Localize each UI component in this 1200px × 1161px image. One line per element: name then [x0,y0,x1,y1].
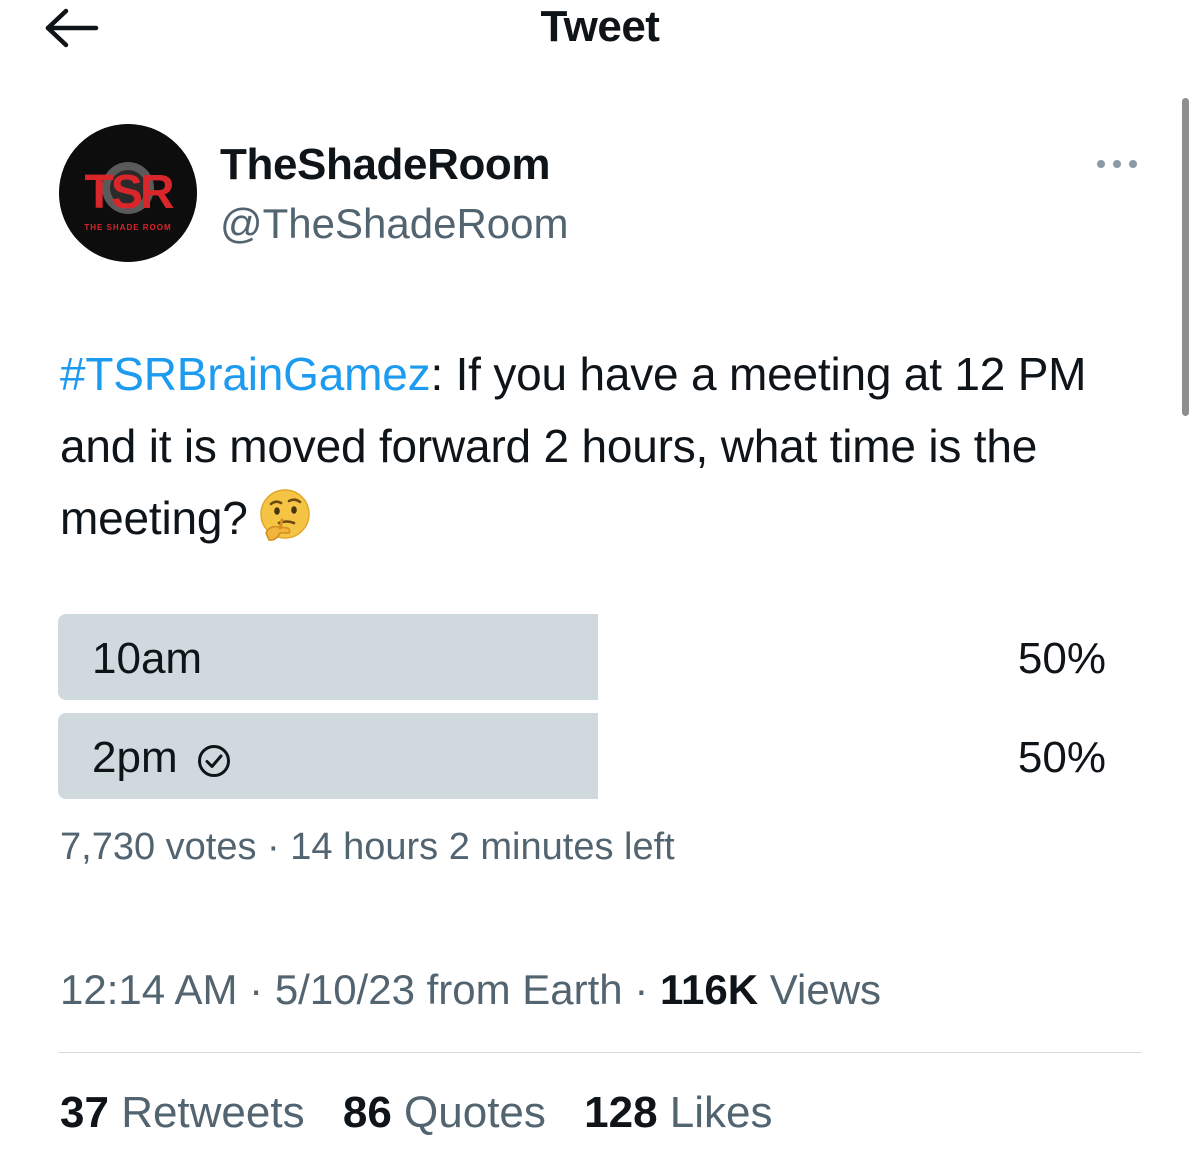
views-label: Views [769,966,882,1013]
divider [58,1052,1142,1053]
poll-option-selected[interactable]: 2pm 50% [58,713,1118,799]
views-count: 116K [660,966,759,1013]
check-circle-icon [196,740,232,777]
separator-dot: · [634,966,649,1013]
poll-option-text: 10am [92,634,203,683]
page-title: Tweet [540,2,660,51]
separator-dot: · [249,966,264,1013]
more-options-button[interactable] [1094,150,1140,178]
tweet-time[interactable]: 12:14 AM [60,966,237,1013]
tsr-logo: TSR THE SHADE ROOM [59,124,197,262]
retweets-count: 37 [60,1088,109,1137]
scrollbar[interactable] [1182,98,1189,416]
poll-option[interactable]: 10am 50% [58,614,1118,700]
poll-meta: 7,730 votes · 14 hours 2 minutes left [60,826,675,869]
poll-time-left: 14 hours 2 minutes left [290,826,675,868]
engagement-stats: 37 Retweets 86 Quotes 128 Likes [60,1088,799,1138]
retweets-stat[interactable]: 37 Retweets [60,1088,305,1138]
likes-label: Likes [669,1088,773,1137]
thinking-face-emoji [256,487,314,545]
avatar[interactable]: TSR THE SHADE ROOM [59,124,197,262]
quotes-count: 86 [342,1088,392,1137]
top-bar: Tweet [0,0,1200,60]
tweet-text: #TSRBrainGamez: If you have a meeting at… [60,338,1160,554]
poll-option-label: 10am [92,634,202,684]
retweets-label: Retweets [121,1088,305,1137]
poll-option-label: 2pm [92,733,232,783]
quotes-stat[interactable]: 86 Quotes [343,1088,546,1138]
author-handle[interactable]: @TheShadeRoom [220,200,569,248]
quotes-label: Quotes [404,1088,546,1137]
avatar-logo-text: TSR [85,166,174,219]
avatar-tagline-text: THE SHADE ROOM [84,223,171,232]
poll-option-text: 2pm [92,733,178,782]
poll-votes: 7,730 votes [60,826,257,868]
separator-dot: · [267,826,280,868]
likes-count: 128 [584,1088,658,1137]
poll-option-percent: 50% [1017,733,1106,782]
hashtag-link[interactable]: #TSRBrainGamez [60,348,431,400]
author-display-name[interactable]: TheShadeRoom [220,140,551,190]
more-dots-icon [1097,160,1137,168]
tweet-date-source: 5/10/23 from Earth [274,966,623,1013]
likes-stat[interactable]: 128 Likes [584,1088,772,1138]
poll-option-percent: 50% [1017,634,1106,683]
tweet-metadata: 12:14 AM · 5/10/23 from Earth · 116K Vie… [60,966,881,1014]
